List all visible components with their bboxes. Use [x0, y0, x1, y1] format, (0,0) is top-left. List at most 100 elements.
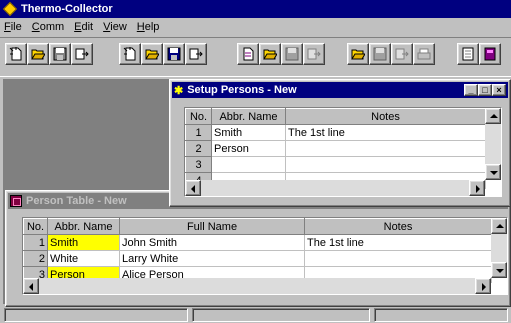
notes-cell[interactable]	[285, 140, 486, 157]
menu-comm[interactable]: Comm	[32, 21, 64, 33]
table-row[interactable]: 2 White Larry White	[23, 250, 492, 267]
table-row[interactable]: 3	[185, 156, 486, 173]
arrow-up-icon	[490, 114, 498, 118]
new-icon	[9, 47, 22, 61]
app-title: Thermo-Collector	[21, 3, 113, 15]
setup-grid[interactable]: No. Abbr. Name Notes 1 Smith The 1st lin…	[184, 107, 502, 197]
open-button-2[interactable]	[141, 43, 163, 65]
abbr-cell[interactable]: Smith	[47, 234, 120, 251]
arrow-left-icon	[29, 283, 33, 291]
scroll-down-button[interactable]	[485, 164, 501, 180]
abbr-cell[interactable]: White	[47, 250, 120, 267]
save-icon	[167, 47, 181, 61]
new-icon	[123, 47, 136, 61]
export-button-3[interactable]	[303, 43, 325, 65]
notes-cell[interactable]: The 1st line	[304, 234, 492, 251]
column-header[interactable]: Abbr. Name	[211, 108, 286, 125]
person-table-window: Person Table - New No. Abbr. Name Full N…	[5, 190, 511, 307]
status-pane	[192, 308, 370, 322]
table-row[interactable]: 1 Smith John Smith The 1st line	[23, 234, 492, 251]
scroll-up-button[interactable]	[491, 218, 507, 234]
scroll-up-button[interactable]	[485, 108, 501, 124]
save-button-2[interactable]	[163, 43, 185, 65]
abbr-cell[interactable]: Smith	[211, 124, 286, 141]
abbr-cell[interactable]: Person	[211, 140, 286, 157]
horizontal-scrollbar[interactable]	[23, 278, 491, 294]
full-name-cell[interactable]: Larry White	[119, 250, 305, 267]
arrow-up-icon	[496, 224, 504, 228]
arrow-down-icon	[490, 171, 498, 175]
book-button[interactable]	[479, 43, 501, 65]
table-row[interactable]: 2 Person	[185, 140, 486, 157]
save-button-4[interactable]	[369, 43, 391, 65]
save-button-3[interactable]	[281, 43, 303, 65]
status-bar	[0, 307, 511, 323]
status-pane	[374, 308, 508, 322]
arrow-right-icon	[476, 185, 480, 193]
open-button-3[interactable]	[259, 43, 281, 65]
export-icon	[189, 48, 203, 60]
new-button-3[interactable]	[237, 43, 259, 65]
status-pane	[4, 308, 188, 322]
column-header[interactable]: Notes	[304, 218, 492, 235]
abbr-cell[interactable]	[211, 156, 286, 173]
scroll-right-button[interactable]	[469, 180, 485, 196]
app-titlebar[interactable]: Thermo-Collector	[0, 0, 511, 18]
close-button[interactable]: ×	[492, 84, 506, 96]
book-icon	[484, 47, 496, 61]
row-number[interactable]: 1	[185, 124, 212, 141]
export-button-2[interactable]	[185, 43, 207, 65]
open-button[interactable]	[27, 43, 49, 65]
save-icon	[53, 47, 67, 61]
column-header[interactable]: Notes	[285, 108, 486, 125]
row-number[interactable]: 2	[185, 140, 212, 157]
scroll-left-button[interactable]	[23, 278, 39, 294]
row-number[interactable]: 1	[23, 234, 48, 251]
maximize-button[interactable]: □	[478, 84, 492, 96]
open-icon	[263, 49, 277, 60]
row-number[interactable]: 2	[23, 250, 48, 267]
vertical-scrollbar[interactable]	[485, 108, 501, 180]
window-menu-icon[interactable]: ✱	[174, 84, 183, 97]
table-row[interactable]: 1 Smith The 1st line	[185, 124, 486, 141]
notes-button[interactable]	[457, 43, 479, 65]
open-icon	[31, 49, 45, 60]
minimize-button[interactable]: _	[464, 84, 478, 96]
open-button-4[interactable]	[347, 43, 369, 65]
app-logo-icon	[2, 1, 18, 17]
setup-persons-titlebar[interactable]: ✱ Setup Persons - New _ □ ×	[172, 82, 508, 98]
new-button-2[interactable]	[119, 43, 141, 65]
vertical-scrollbar[interactable]	[491, 218, 507, 278]
menu-view[interactable]: View	[103, 21, 127, 33]
open-icon	[145, 49, 159, 60]
column-header[interactable]: Full Name	[119, 218, 305, 235]
row-number[interactable]: 3	[185, 156, 212, 173]
column-header[interactable]: No.	[23, 218, 48, 235]
scroll-right-button[interactable]	[475, 278, 491, 294]
menu-edit[interactable]: Edit	[74, 21, 93, 33]
column-header[interactable]: Abbr. Name	[47, 218, 120, 235]
save-button[interactable]	[49, 43, 71, 65]
save-icon	[373, 47, 387, 61]
full-name-cell[interactable]: John Smith	[119, 234, 305, 251]
notes-cell[interactable]	[285, 156, 486, 173]
scroll-down-button[interactable]	[491, 262, 507, 278]
menu-file[interactable]: File	[4, 21, 22, 33]
menu-help[interactable]: Help	[137, 21, 160, 33]
notes-icon	[462, 47, 474, 61]
setup-persons-title: Setup Persons - New	[187, 84, 297, 96]
scroll-left-button[interactable]	[185, 180, 201, 196]
export-button-4[interactable]	[391, 43, 413, 65]
person-grid[interactable]: No. Abbr. Name Full Name Notes 1 Smith J…	[22, 217, 508, 295]
print-button[interactable]	[413, 43, 435, 65]
toolbar	[0, 37, 511, 77]
menubar: File Comm Edit View Help	[0, 18, 511, 36]
notes-cell[interactable]: The 1st line	[285, 124, 486, 141]
column-header[interactable]: No.	[185, 108, 212, 125]
notes-cell[interactable]	[304, 250, 492, 267]
new-button[interactable]	[5, 43, 27, 65]
export-button[interactable]	[71, 43, 93, 65]
horizontal-scrollbar[interactable]	[185, 180, 485, 196]
window-menu-icon[interactable]	[10, 195, 22, 207]
person-table-title: Person Table - New	[26, 195, 127, 207]
